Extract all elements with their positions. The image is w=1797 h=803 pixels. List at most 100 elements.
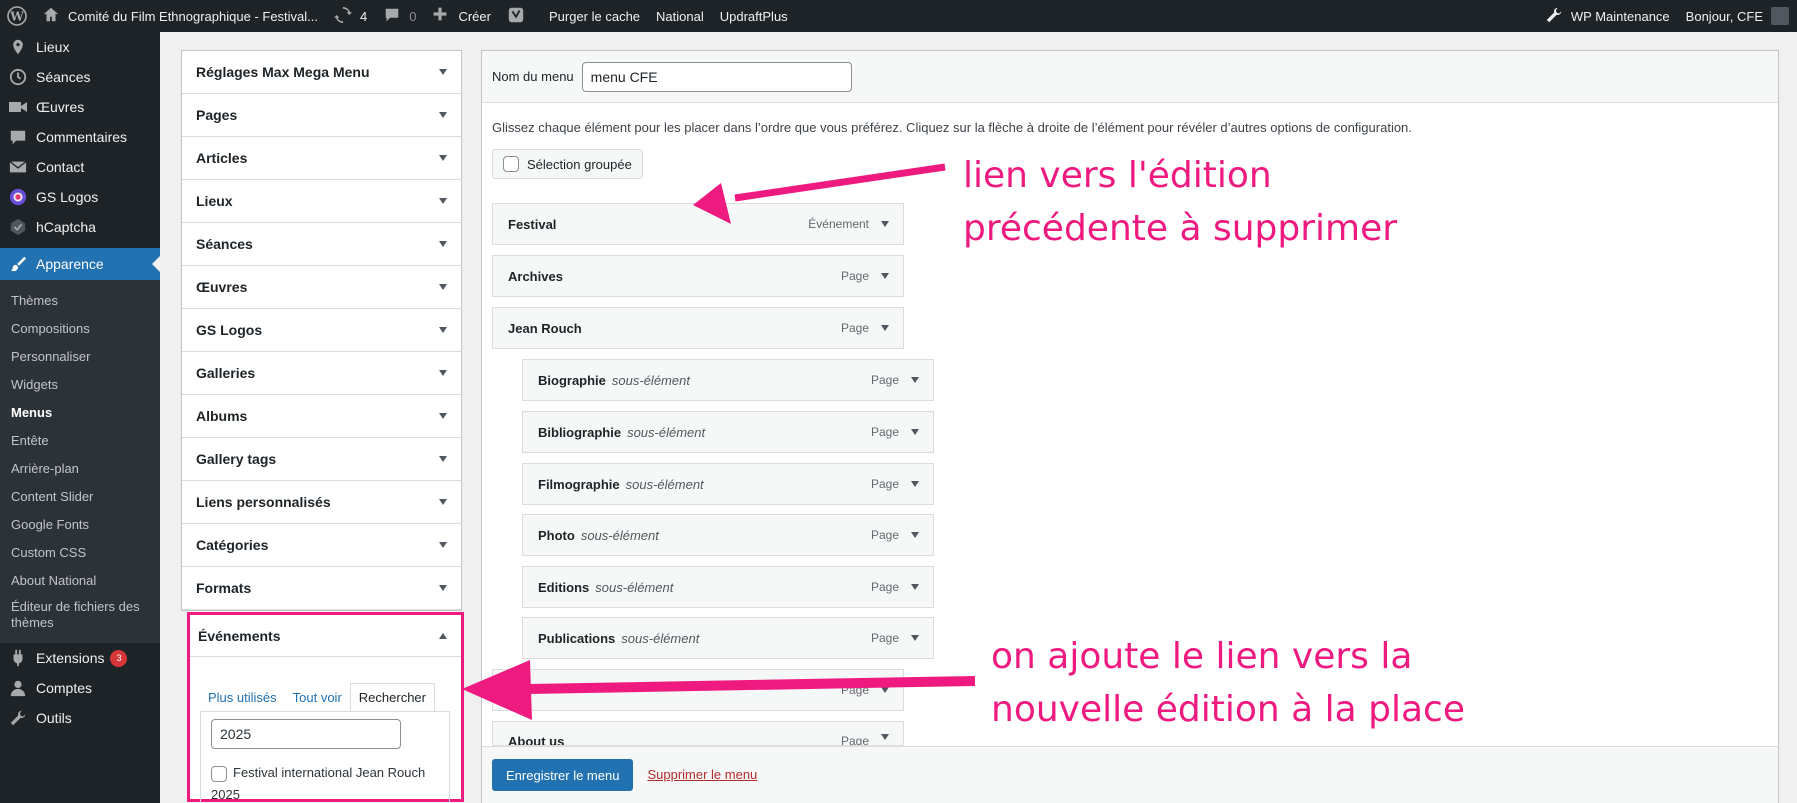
menu-item[interactable]: Page bbox=[492, 669, 904, 711]
chevron-down-icon[interactable] bbox=[881, 221, 889, 227]
tab-plus-utilis-s[interactable]: Plus utilisés bbox=[200, 684, 285, 711]
tab-tout-voir[interactable]: Tout voir bbox=[285, 684, 350, 711]
submenu-item[interactable]: Menus bbox=[0, 399, 160, 427]
updates-link[interactable]: 4 bbox=[326, 0, 375, 32]
accordion-section[interactable]: Œuvres bbox=[182, 266, 461, 309]
submenu-item[interactable]: Google Fonts bbox=[0, 511, 160, 539]
submenu-item[interactable]: Entête bbox=[0, 427, 160, 455]
accordion-section[interactable]: GS Logos bbox=[182, 309, 461, 352]
new-content-link[interactable]: Créer bbox=[424, 0, 499, 32]
chevron-down-icon[interactable] bbox=[881, 687, 889, 693]
menu-item-title: Publications bbox=[538, 630, 616, 646]
submenu-item[interactable]: Content Slider bbox=[0, 483, 160, 511]
accordion-section[interactable]: Pages bbox=[182, 94, 461, 137]
sidebar-item-label: Commentaires bbox=[36, 129, 128, 145]
submenu-item[interactable]: Widgets bbox=[0, 371, 160, 399]
menu-item[interactable]: Jean Rouch Page bbox=[492, 307, 904, 349]
search-result-item[interactable]: Festival international Jean Rouch 2025 bbox=[211, 762, 441, 803]
menu-item-subtitle: sous-élément bbox=[611, 372, 690, 388]
menu-item[interactable]: Editions sous-élément Page bbox=[522, 566, 934, 608]
sidebar-item-contact[interactable]: Contact bbox=[0, 152, 160, 182]
site-name-link[interactable]: Comité du Film Ethnographique - Festival… bbox=[34, 0, 326, 32]
accordion-title: Réglages Max Mega Menu bbox=[196, 64, 370, 80]
chevron-down-icon[interactable] bbox=[911, 584, 919, 590]
sidebar-item-apparence[interactable]: Apparence bbox=[0, 248, 160, 280]
submenu-item[interactable]: About National bbox=[0, 567, 160, 595]
save-menu-button[interactable]: Enregistrer le menu bbox=[492, 759, 634, 791]
purge-cache-link[interactable]: Purger le cache bbox=[541, 0, 648, 32]
chevron-down-icon bbox=[439, 241, 447, 247]
sidebar-item--uvres[interactable]: Œuvres bbox=[0, 92, 160, 122]
menu-item[interactable]: Archives Page bbox=[492, 255, 904, 297]
menu-item-title: Biographie bbox=[538, 372, 606, 388]
sidebar-item-label: Apparence bbox=[36, 256, 104, 272]
sidebar-item-gs-logos[interactable]: GS Logos bbox=[0, 182, 160, 212]
sidebar-item-lieux[interactable]: Lieux bbox=[0, 32, 160, 62]
sidebar-item-extensions[interactable]: Extensions 3 bbox=[0, 643, 160, 673]
comments-link[interactable]: 0 bbox=[375, 0, 424, 32]
brush-icon bbox=[8, 254, 28, 274]
accordion-section[interactable]: Albums bbox=[182, 395, 461, 438]
accordion-section[interactable]: Formats bbox=[182, 567, 461, 610]
menu-item[interactable]: Festival Événement bbox=[492, 203, 904, 245]
accordion-section[interactable]: Gallery tags bbox=[182, 438, 461, 481]
wrench-icon bbox=[8, 708, 28, 728]
menu-item[interactable]: Publications sous-élément Page bbox=[522, 617, 934, 659]
events-search-input[interactable]: 2025 bbox=[211, 719, 401, 749]
menu-item[interactable]: Photo sous-élément Page bbox=[522, 514, 934, 556]
bulk-select-checkbox[interactable] bbox=[503, 156, 519, 172]
result-checkbox[interactable] bbox=[211, 765, 227, 782]
accordion-header-evenements[interactable]: Événements bbox=[190, 615, 461, 657]
submenu-item[interactable]: Compositions bbox=[0, 315, 160, 343]
sidebar-item-outils[interactable]: Outils bbox=[0, 703, 160, 733]
chevron-down-icon[interactable] bbox=[911, 481, 919, 487]
submenu-item[interactable]: Arrière-plan bbox=[0, 455, 160, 483]
accordion-section[interactable]: Galleries bbox=[182, 352, 461, 395]
submenu-item[interactable]: Éditeur de fichiers des thèmes bbox=[0, 595, 160, 635]
wp-maintenance-link[interactable]: WP Maintenance bbox=[1537, 0, 1678, 32]
submenu-item[interactable]: Personnaliser bbox=[0, 343, 160, 371]
accordion-section[interactable]: Liens personnalisés bbox=[182, 481, 461, 524]
sidebar-item-commentaires[interactable]: Commentaires bbox=[0, 122, 160, 152]
chevron-down-icon[interactable] bbox=[881, 273, 889, 279]
accordion-section[interactable]: Séances bbox=[182, 223, 461, 266]
updraftplus-link[interactable]: UpdraftPlus bbox=[712, 0, 796, 32]
wordpress-logo-icon[interactable]: W bbox=[0, 0, 34, 32]
chevron-down-icon[interactable] bbox=[881, 734, 889, 740]
account-greeting[interactable]: Bonjour, CFE bbox=[1678, 0, 1797, 32]
national-link[interactable]: National bbox=[648, 0, 712, 32]
wp-maintenance-label: WP Maintenance bbox=[1570, 8, 1670, 24]
chevron-down-icon[interactable] bbox=[911, 377, 919, 383]
sidebar-item-comptes[interactable]: Comptes bbox=[0, 673, 160, 703]
menu-item[interactable]: Biographie sous-élément Page bbox=[522, 359, 934, 401]
tab-rechercher[interactable]: Rechercher bbox=[349, 683, 435, 711]
sidebar-item-label: GS Logos bbox=[36, 189, 99, 205]
bulk-select-label: Sélection groupée bbox=[527, 156, 632, 172]
delete-menu-link[interactable]: Supprimer le menu bbox=[647, 759, 757, 791]
bulk-select-toggle[interactable]: Sélection groupée bbox=[492, 149, 643, 179]
accordion-section[interactable]: Réglages Max Mega Menu bbox=[182, 51, 461, 94]
chevron-down-icon[interactable] bbox=[911, 429, 919, 435]
menu-item[interactable]: About us Page bbox=[492, 721, 904, 746]
accordion-section[interactable]: Catégories bbox=[182, 524, 461, 567]
menu-item-subtitle: sous-élément bbox=[580, 527, 659, 543]
chevron-down-icon bbox=[439, 284, 447, 290]
menu-item[interactable]: Filmographie sous-élément Page bbox=[522, 463, 934, 505]
chevron-down-icon[interactable] bbox=[881, 325, 889, 331]
appearance-submenu: Thèmes Compositions Personnaliser Widgets Me… bbox=[0, 280, 160, 643]
chevron-down-icon bbox=[439, 69, 447, 75]
menu-item-type: Page bbox=[870, 477, 899, 491]
menu-item[interactable]: Bibliographie sous-élément Page bbox=[522, 411, 934, 453]
accordion-section[interactable]: Articles bbox=[182, 137, 461, 180]
menu-name-input[interactable]: menu CFE bbox=[581, 61, 852, 92]
submenu-item[interactable]: Custom CSS bbox=[0, 539, 160, 567]
chevron-down-icon[interactable] bbox=[911, 532, 919, 538]
accordion-section-evenements: Événements Plus utilisés Tout voir Recherc… bbox=[187, 612, 464, 803]
yoast-menu[interactable] bbox=[499, 0, 541, 32]
chevron-down-icon[interactable] bbox=[911, 635, 919, 641]
submenu-item[interactable]: Thèmes bbox=[0, 287, 160, 315]
sidebar-item-s-ances[interactable]: Séances bbox=[0, 62, 160, 92]
accordion-title: Pages bbox=[196, 107, 238, 123]
accordion-section[interactable]: Lieux bbox=[182, 180, 461, 223]
sidebar-item-hcaptcha[interactable]: hCaptcha bbox=[0, 212, 160, 242]
